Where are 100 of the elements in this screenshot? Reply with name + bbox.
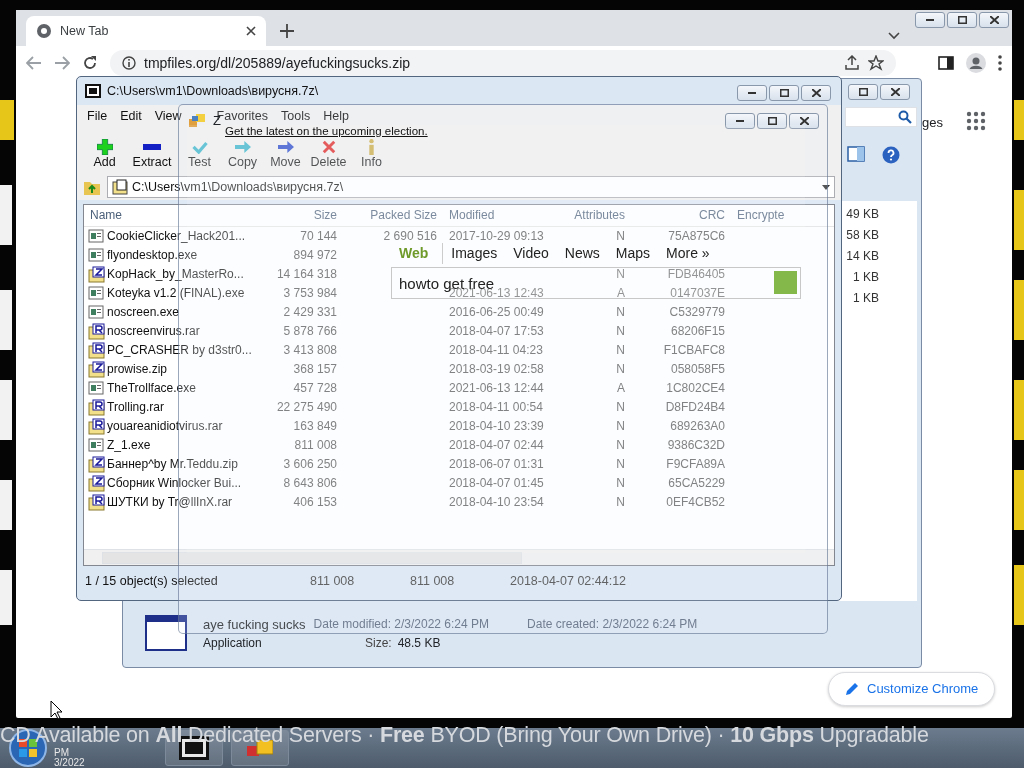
column-header[interactable]: Modified [449, 208, 495, 222]
info-icon [122, 56, 136, 70]
file-name[interactable]: TheTrollface.exe [107, 379, 196, 398]
add-button[interactable]: Add [83, 139, 126, 170]
maximize-button[interactable] [947, 12, 977, 28]
size-value: 48.5 KB [397, 635, 441, 652]
table-cell: N [616, 305, 625, 319]
search-tab[interactable]: Images [443, 243, 506, 264]
scrollbar[interactable] [84, 549, 834, 565]
file-name[interactable]: ШУТКИ by Tr@llInX.rar [107, 493, 233, 512]
column-header[interactable]: Name [90, 208, 122, 222]
scroll-thumb[interactable] [102, 552, 522, 564]
minimize-button[interactable] [915, 12, 945, 28]
table-cell: 0147037E [670, 286, 725, 300]
search-tab[interactable]: News [556, 243, 608, 264]
close-button[interactable] [979, 12, 1009, 28]
news-link[interactable]: Get the latest on the upcoming election. [225, 125, 428, 138]
delete-button[interactable]: Delete [307, 139, 350, 170]
file-name[interactable]: Сборник Winlocker Bui... [107, 474, 242, 493]
archive-file-icon [88, 494, 105, 511]
archive-icon [112, 179, 128, 195]
preview-pane-icon[interactable] [847, 146, 865, 162]
menu-icon[interactable] [998, 55, 1002, 71]
table-cell: 689263A0 [670, 419, 725, 433]
clock-text: PM [54, 748, 70, 758]
column-header[interactable]: CRC [699, 208, 725, 222]
menu-item[interactable]: Edit [120, 107, 142, 123]
file-name[interactable]: noscreen.exe [107, 303, 180, 322]
file-size: 1 KB [853, 290, 879, 307]
side-panel-icon[interactable] [938, 55, 954, 71]
maximize-button[interactable] [848, 84, 878, 100]
file-name[interactable]: noscreenvirus.rar [107, 322, 200, 341]
app-logo-icon [189, 112, 207, 129]
back-icon[interactable] [26, 56, 42, 70]
reload-icon[interactable] [82, 55, 98, 71]
images-link[interactable]: ges [922, 113, 943, 133]
search-tab[interactable]: More » [658, 243, 718, 264]
move-button[interactable]: Move [264, 139, 307, 170]
file-name[interactable]: KopHack_by_MasterRo... [107, 265, 244, 284]
new-tab-icon[interactable] [280, 24, 294, 38]
maximize-button[interactable] [757, 113, 787, 129]
close-icon[interactable] [246, 26, 256, 36]
column-header[interactable]: Packed Size [370, 208, 437, 222]
table-cell: 0EF4CB52 [666, 495, 725, 509]
file-name[interactable]: youareanidiotvirus.rar [107, 417, 223, 436]
file-name[interactable]: Z_1.exe [107, 436, 151, 455]
file-type: Application [203, 635, 263, 652]
table-cell: 22 275 490 [276, 400, 337, 414]
chevron-icon[interactable] [888, 32, 900, 40]
file-name[interactable]: Баннер^by Mr.Teddu.zip [107, 455, 238, 474]
column-header[interactable]: Attributes [574, 208, 625, 222]
info-button[interactable]: Info [350, 139, 393, 170]
help-icon[interactable] [882, 146, 900, 164]
column-header[interactable]: Encrypte [737, 208, 785, 222]
minimize-button[interactable] [725, 113, 755, 129]
file-name[interactable]: CookieClicker_Hack201... [107, 227, 246, 246]
close-button[interactable] [801, 85, 831, 101]
table-cell: N [616, 362, 625, 376]
forward-icon[interactable] [54, 56, 70, 70]
minimize-button[interactable] [737, 85, 767, 101]
file-name[interactable]: flyondesktop.exe [107, 246, 198, 265]
column-header[interactable]: Size [313, 208, 337, 222]
table-cell: 058058F5 [670, 362, 725, 376]
search-icon[interactable] [898, 110, 912, 124]
extract-button[interactable]: Extract [126, 139, 178, 170]
file-name[interactable]: Trolling.rar [107, 398, 164, 417]
status-text: 811 008 [410, 574, 455, 588]
close-icon [799, 117, 809, 125]
archive-file-icon [88, 456, 105, 473]
menu-item[interactable]: Help [323, 107, 349, 123]
search-tab[interactable]: Maps [607, 243, 659, 264]
customize-button[interactable]: Customize Chrome [828, 672, 996, 706]
add-icon [96, 139, 113, 155]
browser-tab[interactable]: New Tab [26, 16, 266, 46]
menu-item[interactable]: View [154, 107, 182, 123]
copy-button[interactable]: Copy [221, 139, 264, 170]
profile-icon[interactable] [966, 53, 986, 73]
close-icon [989, 16, 999, 24]
table-cell: 1C802CE4 [666, 381, 725, 395]
apps-grid-icon[interactable] [966, 111, 986, 131]
close-button[interactable] [880, 84, 910, 100]
file-name[interactable]: Koteyka v1.2 (FINAL).exe [107, 284, 245, 303]
table-cell: N [616, 438, 625, 452]
maximize-icon [767, 117, 777, 125]
table-cell: N [616, 267, 625, 281]
share-icon[interactable] [844, 55, 860, 71]
search-tab[interactable]: Video [505, 243, 557, 264]
table-cell: 70 144 [300, 229, 337, 243]
file-name[interactable]: prowise.zip [107, 360, 168, 379]
close-button[interactable] [789, 113, 819, 129]
status-text: 1 / 15 object(s) selected [85, 574, 218, 588]
table-cell: F9CFA89A [666, 457, 725, 471]
menu-item[interactable]: Tools [281, 107, 311, 123]
table-cell: N [616, 457, 625, 471]
address-bar[interactable]: tmpfiles.org/dl/205889/ayefuckingsucks.zip [110, 50, 896, 76]
star-icon[interactable] [868, 55, 884, 71]
search-field[interactable] [845, 107, 917, 127]
menu-item[interactable]: File [87, 107, 108, 123]
maximize-button[interactable] [769, 85, 799, 101]
dropdown-icon[interactable] [822, 184, 830, 190]
